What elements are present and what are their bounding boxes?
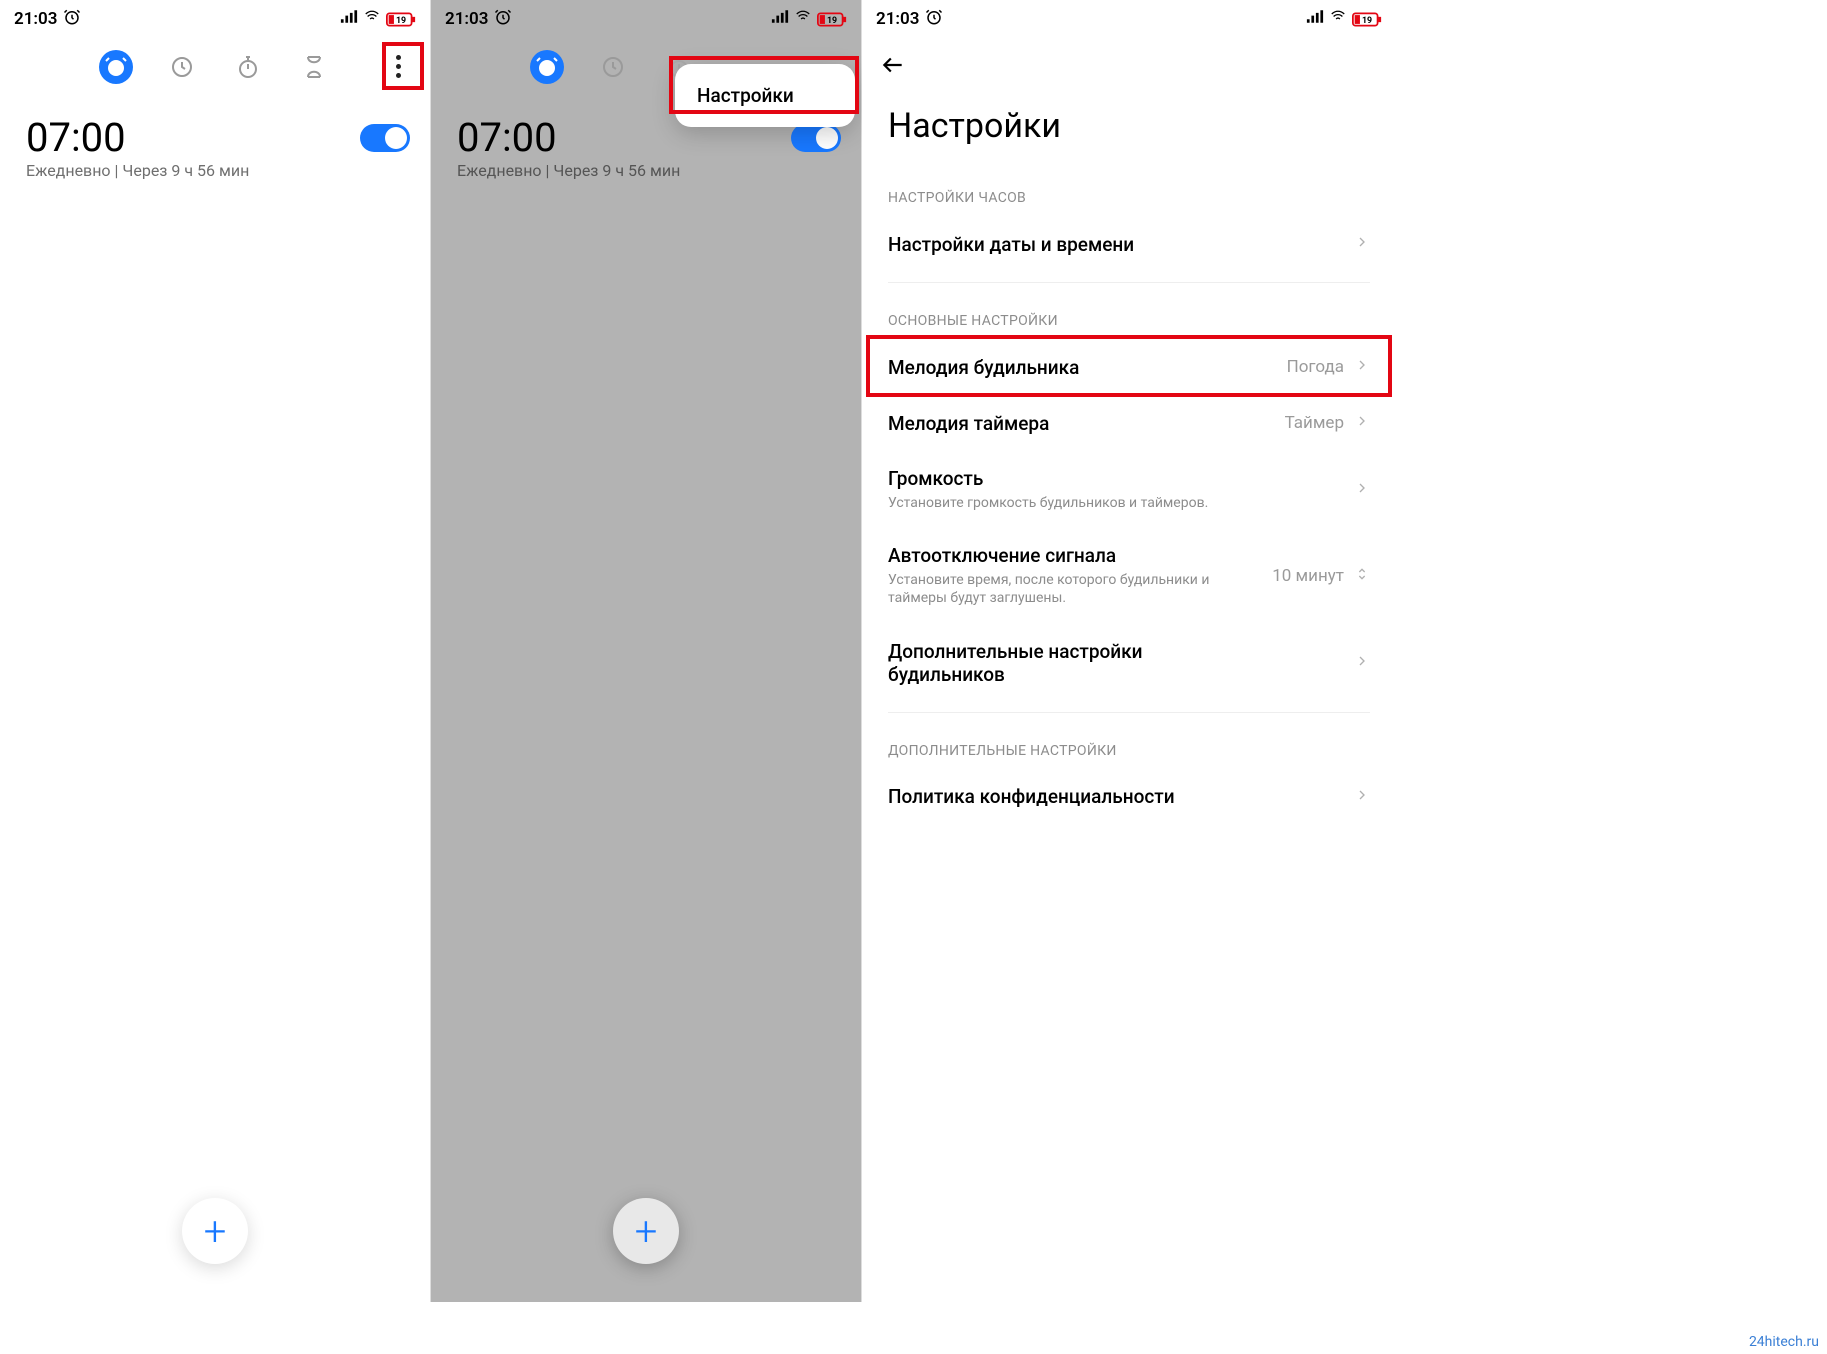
screen-alarm-list: 21:03 19 <box>0 0 431 1302</box>
signal-icon <box>771 9 789 29</box>
wifi-icon <box>363 9 381 29</box>
status-time: 21:03 <box>14 9 57 29</box>
watermark: 24hitech.ru <box>1749 1334 1819 1350</box>
add-alarm-fab[interactable]: + <box>613 1198 679 1264</box>
signal-icon <box>1306 9 1324 29</box>
alarm-set-icon <box>925 8 943 31</box>
wifi-icon <box>1329 9 1347 29</box>
alarm-toggle[interactable] <box>360 124 410 152</box>
alarm-time: 07:00 <box>26 114 126 161</box>
alarm-subtitle: Ежедневно | Через 9 ч 56 мин <box>431 161 861 180</box>
battery-level: 19 <box>396 16 406 26</box>
alarm-toggle[interactable] <box>791 124 841 152</box>
tab-timer[interactable] <box>297 50 331 84</box>
row-value: 10 минут <box>1272 566 1344 586</box>
svg-text:19: 19 <box>827 16 837 26</box>
battery-icon: 19 <box>386 12 416 27</box>
section-extra-settings: ДОПОЛНИТЕЛЬНЫЕ НАСТРОЙКИ <box>862 723 1396 769</box>
row-label: Настройки даты и времени <box>888 233 1134 256</box>
section-clock-settings: НАСТРОЙКИ ЧАСОВ <box>862 170 1396 216</box>
section-main-settings: ОСНОВНЫЕ НАСТРОЙКИ <box>862 293 1396 339</box>
chevron-right-icon <box>1354 480 1370 500</box>
screen-settings: 21:03 19 Настройки НАСТРОЙКИ ЧАСОВ Настр… <box>862 0 1396 1302</box>
row-datetime[interactable]: Настройки даты и времени <box>862 216 1396 272</box>
status-bar: 21:03 19 <box>862 0 1396 38</box>
battery-icon: 19 <box>817 12 847 27</box>
alarm-subtitle: Ежедневно | Через 9 ч 56 мин <box>0 161 430 180</box>
tab-clock[interactable] <box>165 50 199 84</box>
row-timer-sound[interactable]: Мелодия таймера Таймер <box>862 395 1396 451</box>
page-title: Настройки <box>862 92 1396 170</box>
alarm-item[interactable]: 07:00 <box>0 102 430 161</box>
highlight-settings-menu <box>669 56 859 114</box>
divider <box>888 712 1370 713</box>
chevron-right-icon <box>1354 413 1370 433</box>
row-label: Дополнительные настройки будильников <box>888 640 1228 686</box>
tab-alarm[interactable] <box>99 50 133 84</box>
row-sub: Установите время, после которого будильн… <box>888 571 1228 607</box>
chevron-right-icon <box>1354 234 1370 254</box>
row-extra-alarm[interactable]: Дополнительные настройки будильников <box>862 624 1396 702</box>
tab-stopwatch[interactable] <box>231 50 265 84</box>
battery-icon: 19 <box>1352 12 1382 27</box>
row-label: Автоотключение сигнала <box>888 544 1228 567</box>
highlight-overflow <box>382 42 424 90</box>
chevron-right-icon <box>1354 787 1370 807</box>
add-alarm-fab[interactable]: + <box>182 1198 248 1264</box>
svg-text:19: 19 <box>1362 16 1372 26</box>
row-label: Мелодия таймера <box>888 412 1049 435</box>
chevron-right-icon <box>1354 653 1370 673</box>
clock-tabs <box>0 38 430 102</box>
alarm-set-icon <box>494 8 512 31</box>
divider <box>888 282 1370 283</box>
row-value: Таймер <box>1285 413 1344 433</box>
tab-clock[interactable] <box>596 50 630 84</box>
highlight-alarm-sound <box>866 335 1392 397</box>
wifi-icon <box>794 9 812 29</box>
status-time: 21:03 <box>876 9 919 29</box>
screen-alarm-list-menu: 21:03 19 <box>431 0 862 1302</box>
row-label: Громкость <box>888 467 1208 490</box>
signal-icon <box>340 9 358 29</box>
sort-icon <box>1354 566 1370 586</box>
alarm-time: 07:00 <box>457 114 557 161</box>
row-label: Политика конфиденциальности <box>888 785 1175 808</box>
status-bar: 21:03 19 <box>0 0 430 38</box>
row-volume[interactable]: Громкость Установите громкость будильник… <box>862 451 1396 528</box>
row-privacy[interactable]: Политика конфиденциальности <box>862 769 1396 825</box>
alarm-set-icon <box>63 8 81 31</box>
status-bar: 21:03 19 <box>431 0 861 38</box>
row-sub: Установите громкость будильников и тайме… <box>888 494 1208 512</box>
row-autooff[interactable]: Автоотключение сигнала Установите время,… <box>862 528 1396 623</box>
tab-alarm[interactable] <box>530 50 564 84</box>
back-button[interactable] <box>880 52 906 82</box>
status-time: 21:03 <box>445 9 488 29</box>
